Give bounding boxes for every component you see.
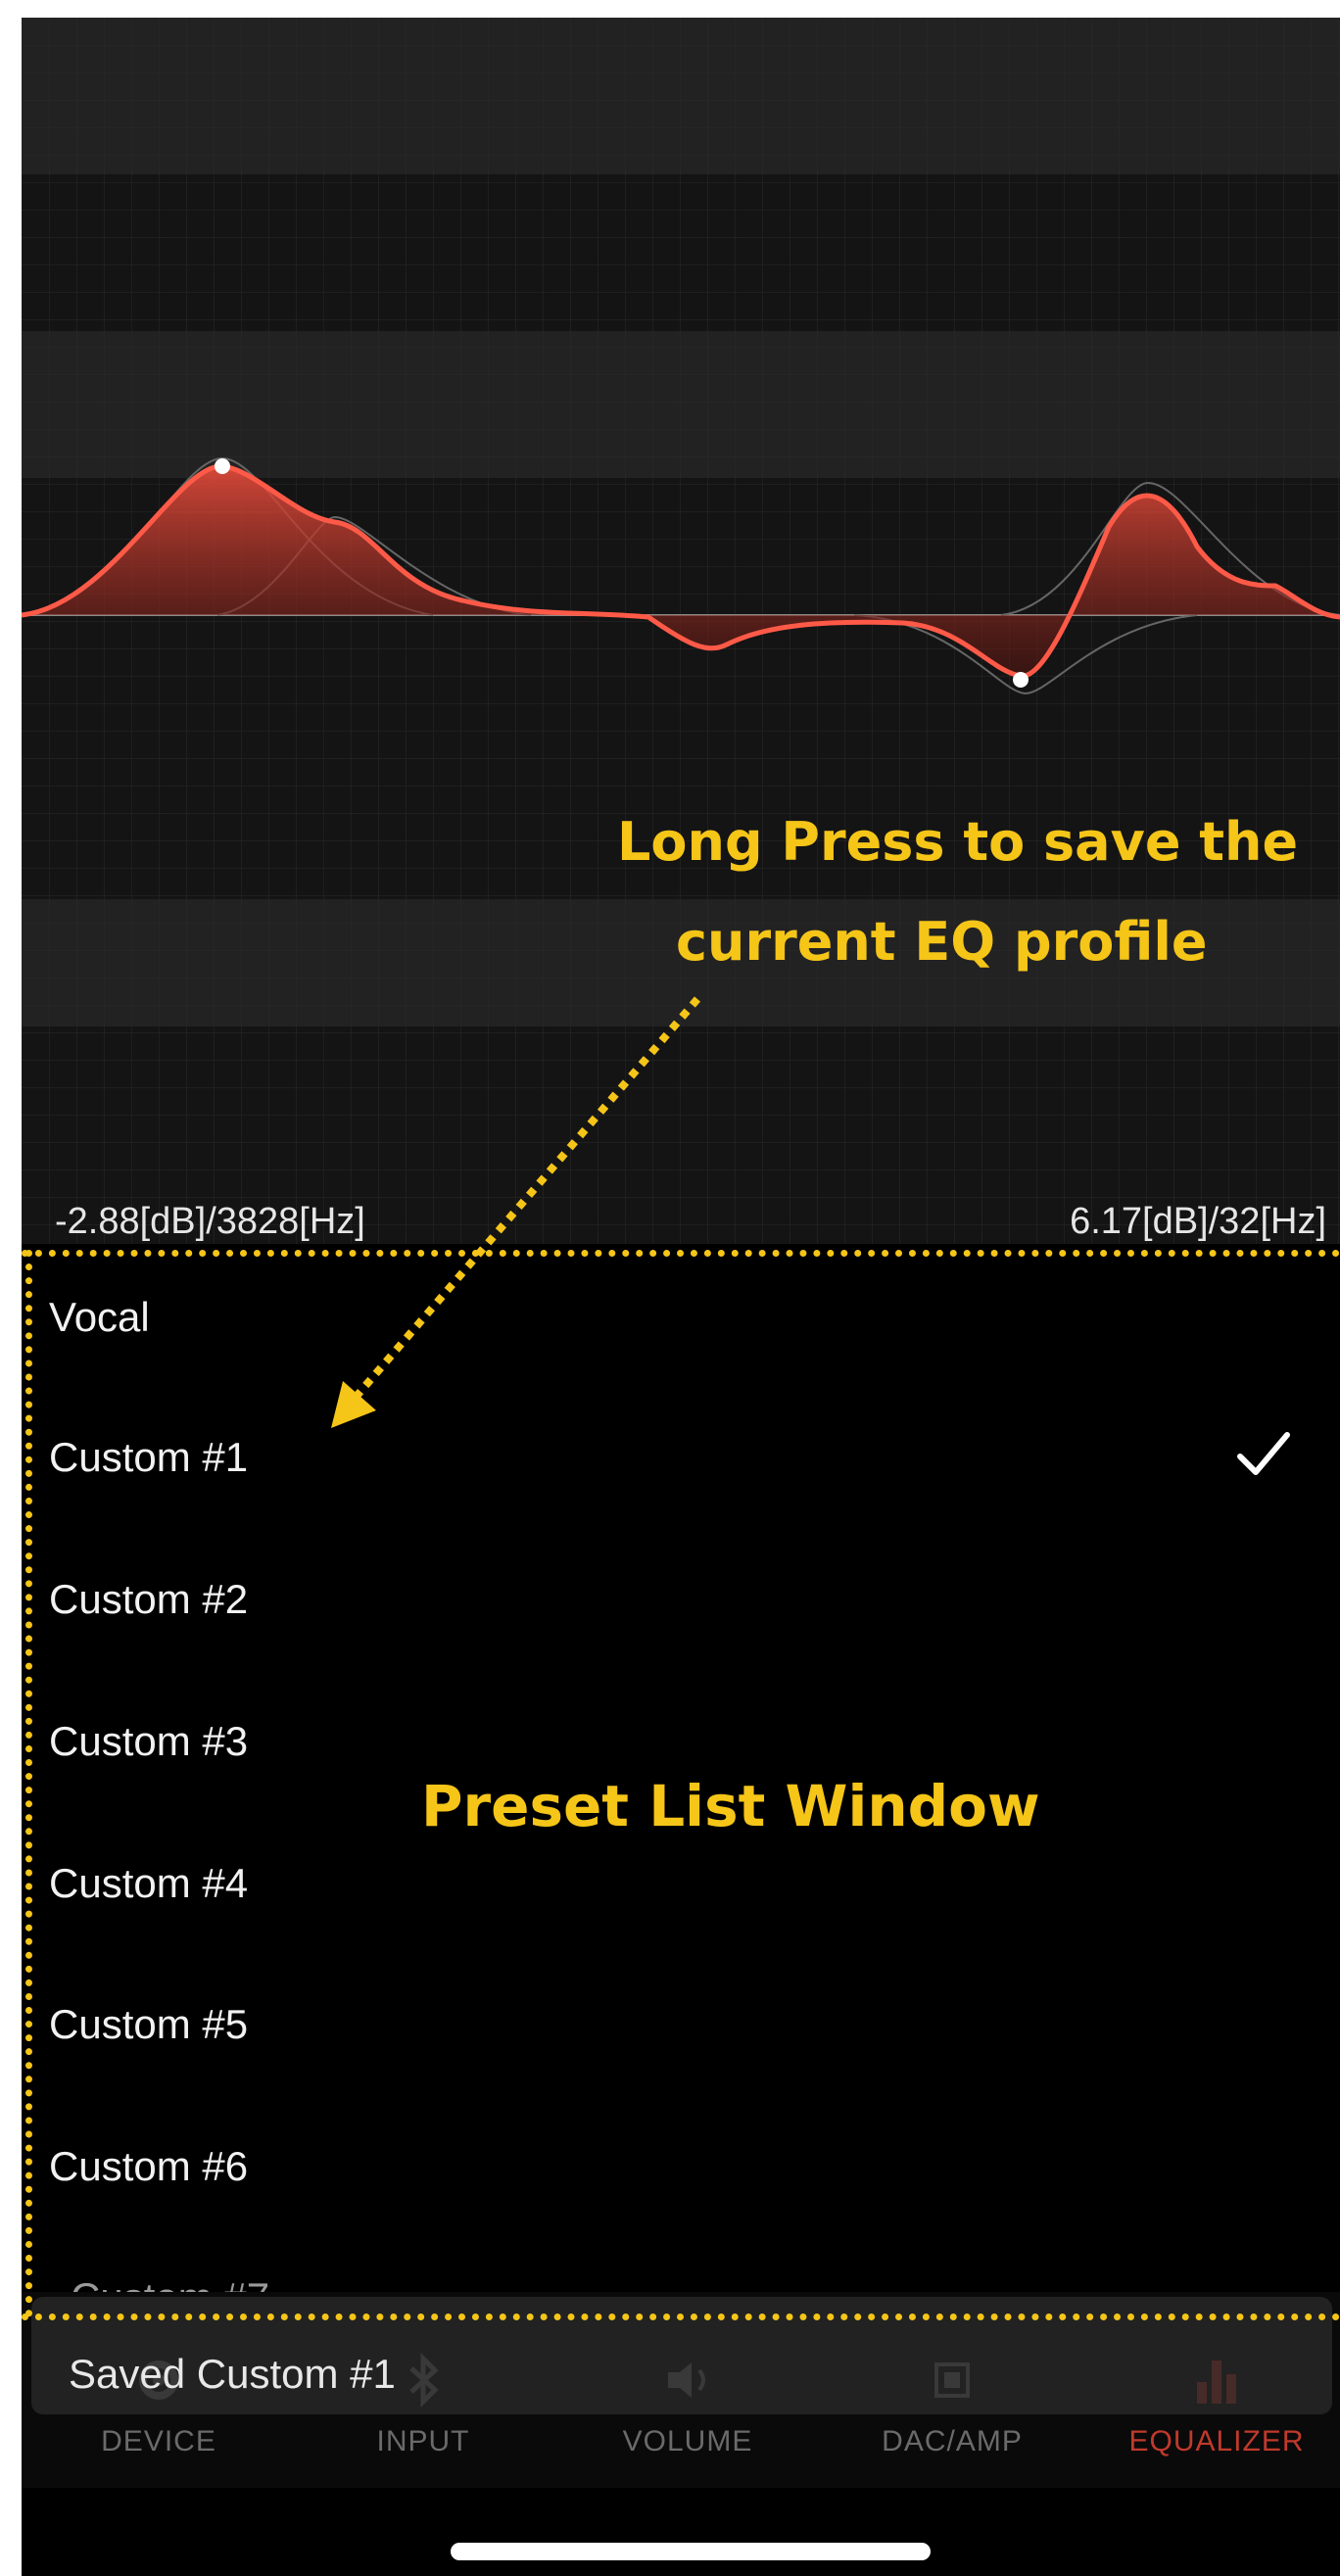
tab-equalizer-label: EQUALIZER [1128,2425,1305,2457]
annotation-preset-window: Preset List Window [421,1773,1040,1839]
eq-readout-left: -2.88[dB]/3828[Hz] [55,1201,365,1242]
eq-graph[interactable]: -2.88[dB]/3828[Hz] 6.17[dB]/32[Hz] [22,18,1340,1244]
annotation-border-bottom [22,2314,1340,2320]
annotation-long-press-line2: current EQ profile [676,911,1208,973]
tab-input-label: INPUT [376,2425,470,2457]
tab-dac-amp-label: DAC/AMP [882,2425,1023,2457]
left-border [0,0,22,2576]
preset-item-custom-4[interactable]: Custom #4 [49,1854,248,1913]
eq-control-point-1 [215,458,230,474]
preset-item-custom-2[interactable]: Custom #2 [49,1570,248,1629]
tab-volume-label: VOLUME [622,2425,753,2457]
top-border [0,0,1340,18]
eq-readout-right: 6.17[dB]/32[Hz] [1070,1201,1326,1242]
eq-graph-canvas[interactable] [22,18,1340,1244]
checkmark-icon [1237,1432,1290,1475]
home-indicator[interactable] [451,2543,931,2560]
eq-control-point-2 [1013,672,1029,688]
tab-device-label: DEVICE [101,2425,216,2457]
preset-item-custom-3[interactable]: Custom #3 [49,1712,248,1771]
preset-item-vocal[interactable]: Vocal [49,1288,150,1347]
saved-toast-text: Saved Custom #1 [69,2351,396,2397]
preset-item-custom-6[interactable]: Custom #6 [49,2137,248,2196]
preset-item-custom-1[interactable]: Custom #1 [49,1428,248,1487]
annotation-border-left [25,1250,32,2317]
preset-item-custom-5[interactable]: Custom #5 [49,1995,248,2054]
annotation-long-press-line1: Long Press to save the [617,811,1299,873]
annotation-border-top [22,1250,1340,1257]
